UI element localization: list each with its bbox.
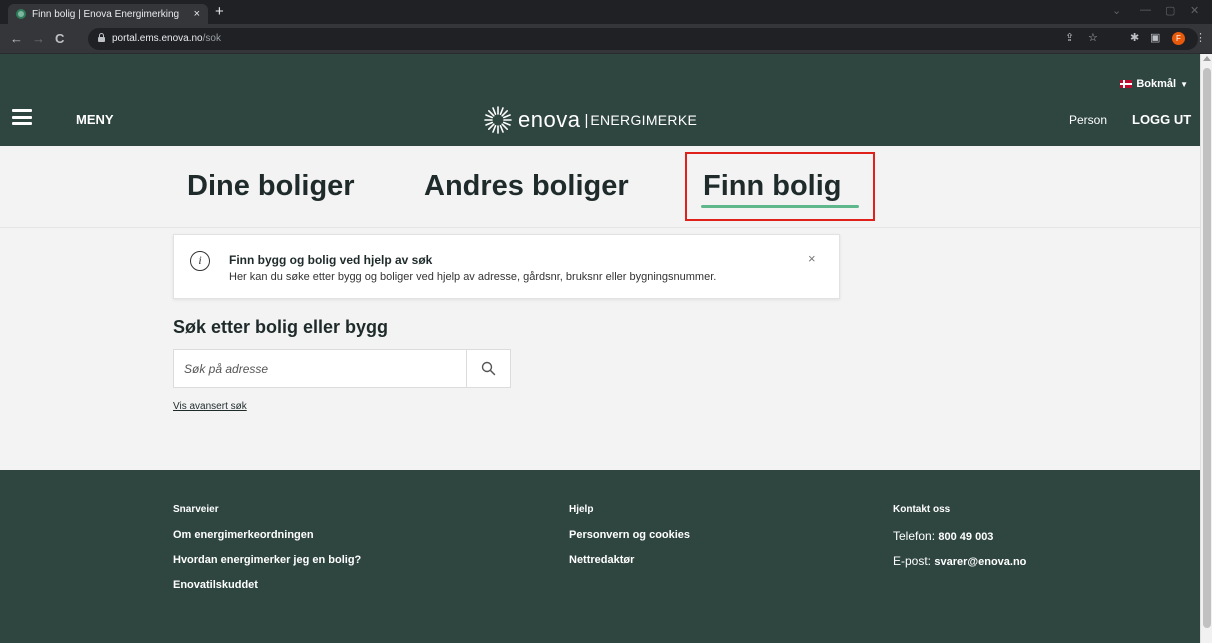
side-panel-icon[interactable]: ▣ — [1150, 31, 1160, 44]
new-tab-icon[interactable]: + — [215, 3, 224, 20]
footer-link-howto[interactable]: Hvordan energimerker jeg en bolig? — [173, 554, 361, 566]
scroll-up-icon[interactable] — [1203, 56, 1211, 61]
logout-button[interactable]: LOGG UT — [1132, 112, 1191, 127]
site-header: Bokmål ▼ MENY enova | ENERGIMERKE Person… — [0, 54, 1200, 146]
search-input[interactable] — [174, 350, 466, 387]
lock-icon — [98, 33, 105, 42]
close-window-icon[interactable]: ✕ — [1190, 4, 1199, 17]
profile-avatar[interactable]: F — [1172, 32, 1185, 45]
maximize-icon[interactable]: ▢ — [1165, 4, 1175, 17]
main-content: i Finn bygg og bolig ved hjelp av søk He… — [0, 228, 1200, 470]
footer-email: E-post: svarer@enova.no — [893, 554, 1026, 568]
footer-heading-shortcuts: Snarveier — [173, 504, 219, 515]
url-host: portal.ems.enova.no — [112, 33, 203, 44]
email-address[interactable]: svarer@enova.no — [934, 556, 1026, 568]
more-menu-icon[interactable]: ⋮ — [1195, 31, 1206, 44]
language-selector[interactable]: Bokmål ▼ — [1120, 78, 1188, 90]
tab-andres-boliger[interactable]: Andres boliger — [424, 170, 629, 203]
scroll-thumb[interactable] — [1203, 68, 1211, 628]
back-icon[interactable]: ← — [10, 31, 23, 46]
close-tab-icon[interactable]: × — [194, 8, 200, 20]
info-text: Her kan du søke etter bygg og boliger ve… — [229, 271, 717, 283]
bookmark-star-icon[interactable]: ☆ — [1088, 31, 1098, 44]
footer-heading-help: Hjelp — [569, 504, 594, 515]
address-bar[interactable]: portal.ems.enova.no/sok — [88, 28, 1198, 50]
phone-number[interactable]: 800 49 003 — [938, 531, 993, 543]
hamburger-menu-icon[interactable] — [12, 109, 32, 125]
minimize-icon[interactable]: — — [1140, 4, 1151, 16]
advanced-search-link[interactable]: Vis avansert søk — [173, 401, 247, 412]
footer-col-contact: Kontakt oss Telefon: 800 49 003 E-post: … — [893, 504, 1026, 579]
close-icon[interactable]: × — [808, 251, 816, 266]
footer-col-shortcuts: Snarveier Om energimerkeordningen Hvorda… — [173, 504, 361, 604]
logo-subtitle: ENERGIMERKE — [590, 112, 698, 128]
tab-search-icon[interactable]: ⌄ — [1112, 4, 1121, 17]
browser-toolbar: ← → C portal.ems.enova.no/sok ⇪ ☆ ✱ ▣ ⋮ — [0, 24, 1212, 54]
tab-finn-bolig[interactable]: Finn bolig — [703, 170, 842, 203]
footer-link-privacy[interactable]: Personvern og cookies — [569, 529, 690, 541]
footer-heading-contact: Kontakt oss — [893, 504, 951, 515]
enova-logo[interactable]: enova | ENERGIMERKE — [484, 106, 697, 134]
page-scrollbar[interactable] — [1200, 54, 1212, 643]
url-text: portal.ems.enova.no/sok — [112, 33, 221, 44]
search-button[interactable] — [467, 350, 510, 387]
forward-icon[interactable]: → — [32, 31, 45, 46]
logo-wordmark: enova — [518, 107, 581, 132]
share-icon[interactable]: ⇪ — [1065, 31, 1074, 44]
search-box — [173, 349, 511, 388]
info-icon: i — [190, 251, 210, 271]
phone-label: Telefon: — [893, 529, 936, 543]
person-link[interactable]: Person — [1069, 113, 1107, 127]
extensions-icon[interactable]: ✱ — [1130, 31, 1139, 44]
email-label: E-post: — [893, 554, 932, 568]
browser-tab-title: Finn bolig | Enova Energimerking — [32, 8, 180, 20]
info-alert: i Finn bygg og bolig ved hjelp av søk He… — [173, 234, 840, 299]
footer-link-editor[interactable]: Nettredaktør — [569, 554, 690, 566]
site-footer: Snarveier Om energimerkeordningen Hvorda… — [0, 470, 1200, 643]
reload-icon[interactable]: C — [55, 31, 64, 46]
footer-link-about[interactable]: Om energimerkeordningen — [173, 529, 361, 541]
tab-dine-boliger[interactable]: Dine boliger — [187, 170, 355, 203]
chevron-down-icon: ▼ — [1180, 79, 1188, 89]
menu-button[interactable]: MENY — [76, 112, 114, 127]
footer-col-help: Hjelp Personvern og cookies Nettredaktør — [569, 504, 690, 579]
footer-phone: Telefon: 800 49 003 — [893, 529, 1026, 543]
url-path: /sok — [202, 33, 221, 44]
sunburst-icon — [484, 106, 512, 134]
search-heading: Søk etter bolig eller bygg — [173, 317, 389, 337]
language-label: Bokmål — [1136, 78, 1177, 90]
search-icon — [481, 361, 496, 376]
info-title: Finn bygg og bolig ved hjelp av søk — [229, 253, 433, 267]
main-tabs: Dine boliger Andres boliger Finn bolig — [0, 146, 1200, 228]
active-tab-underline — [701, 205, 859, 208]
browser-tab[interactable]: Finn bolig | Enova Energimerking × — [8, 4, 208, 24]
footer-link-grant[interactable]: Enovatilskuddet — [173, 579, 361, 591]
norway-flag-icon — [1120, 80, 1133, 88]
logo-separator: | — [584, 111, 589, 129]
favicon-icon — [16, 9, 26, 19]
browser-tab-bar: Finn bolig | Enova Energimerking × + ⌄ —… — [0, 0, 1212, 24]
